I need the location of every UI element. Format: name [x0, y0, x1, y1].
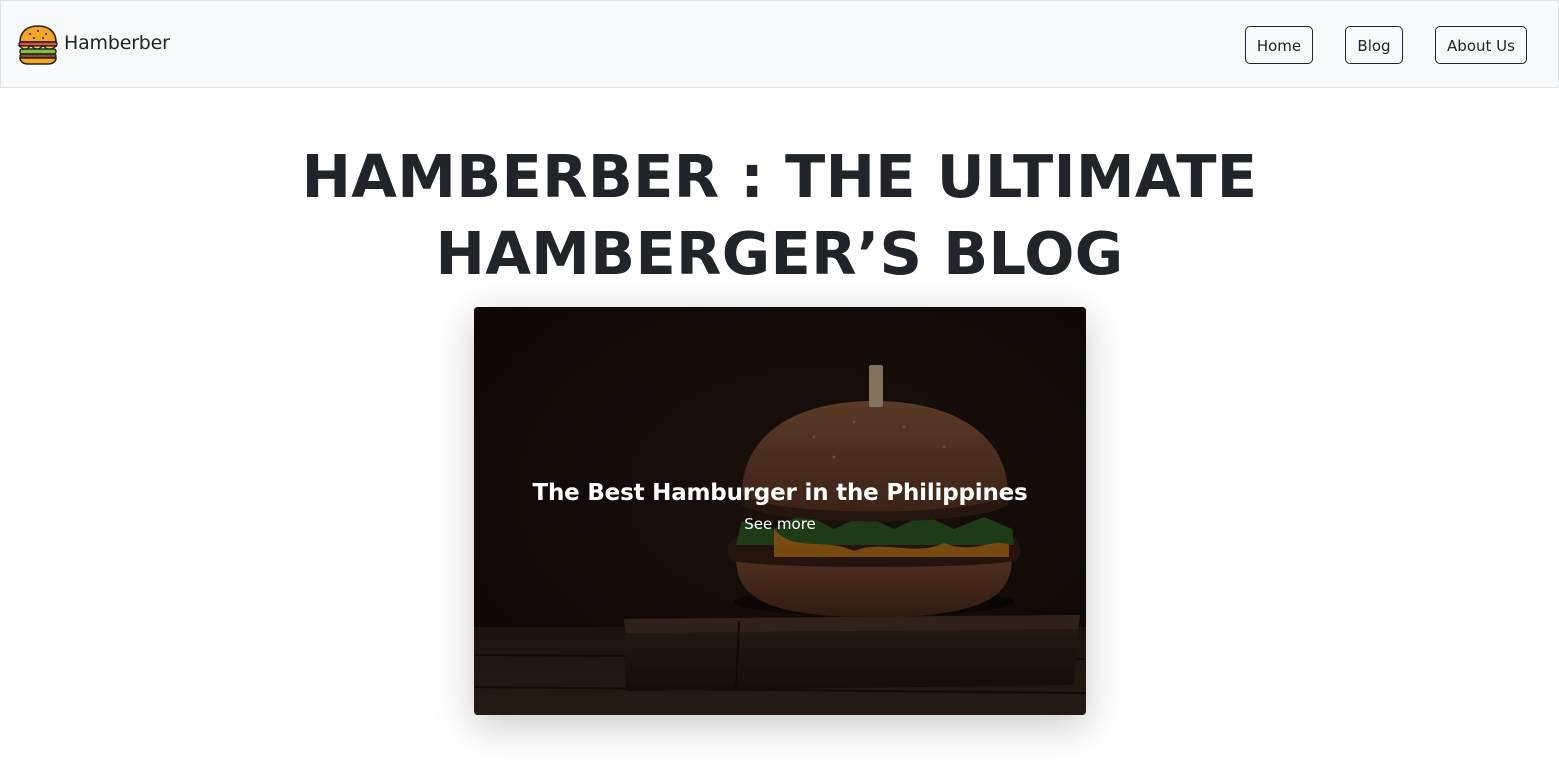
- nav-about-us-button[interactable]: About Us: [1435, 26, 1527, 64]
- nav-home-button[interactable]: Home: [1245, 26, 1313, 64]
- navbar: Hamberber Home Blog About Us: [0, 0, 1559, 88]
- brand-link[interactable]: Hamberber: [17, 23, 170, 65]
- brand-name: Hamberber: [64, 32, 170, 54]
- nav-blog-button[interactable]: Blog: [1345, 26, 1403, 64]
- page-title: HAMBERBER : THE ULTIMATE HAMBERGER’S BLO…: [301, 142, 1258, 288]
- card-caption: The Best Hamburger in the Philippines Se…: [474, 480, 1086, 533]
- card-title: The Best Hamburger in the Philippines: [532, 480, 1028, 506]
- hamburger-logo-icon: [17, 23, 59, 65]
- featured-post-card[interactable]: The Best Hamburger in the Philippines Se…: [474, 307, 1086, 715]
- see-more-link[interactable]: See more: [744, 515, 816, 533]
